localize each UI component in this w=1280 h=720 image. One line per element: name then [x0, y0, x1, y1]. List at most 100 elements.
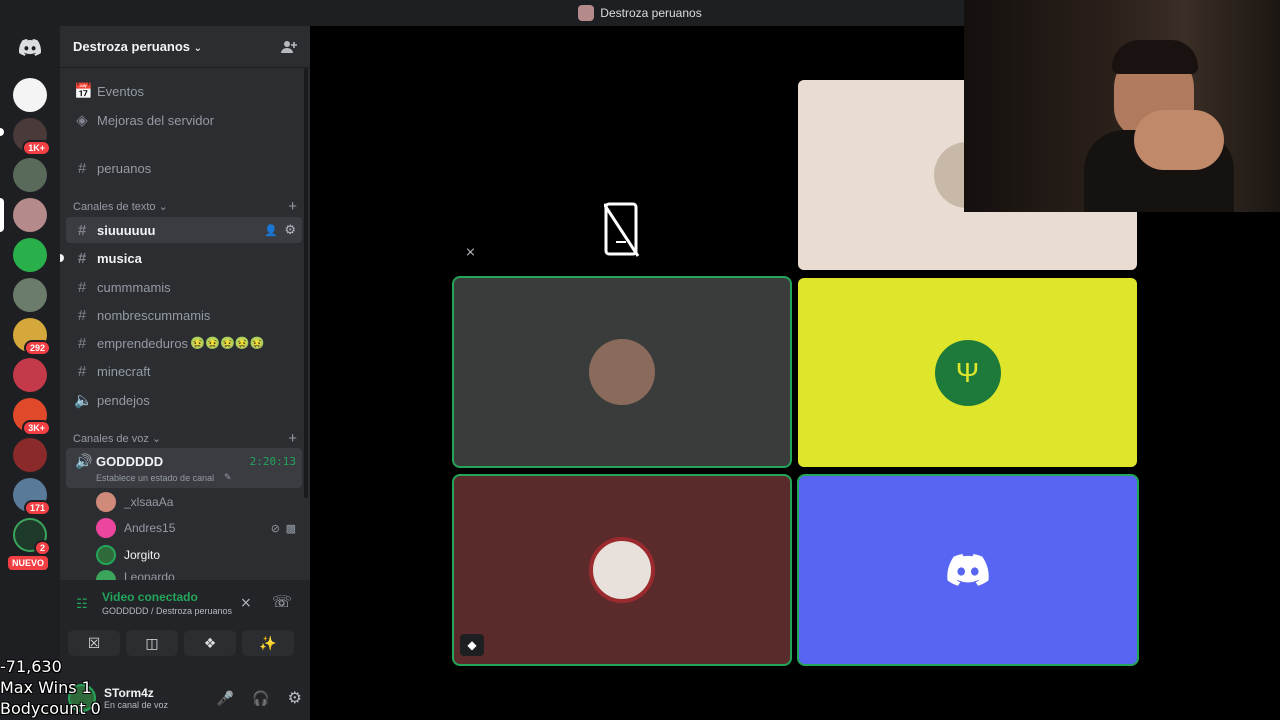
server-icon-6[interactable]: 3K+	[13, 398, 51, 436]
sidebar-scrollbar[interactable]	[304, 68, 308, 498]
hash-icon: #	[77, 159, 87, 177]
server-icon-5[interactable]	[13, 358, 47, 392]
chevron-down-icon: ⌄	[193, 43, 203, 54]
server-icon-destroza[interactable]	[13, 198, 47, 232]
server-icon-2[interactable]	[13, 158, 47, 192]
server-icon-1[interactable]: 1K+	[13, 118, 51, 156]
channel-pendejos[interactable]: 🔈 pendejos	[66, 387, 302, 413]
calendar-icon: 📅	[74, 83, 93, 100]
server-name[interactable]: Destroza peruanos ⌄	[73, 39, 202, 54]
username[interactable]: STorm4z	[104, 686, 217, 700]
hash-icon: #	[77, 249, 87, 267]
participant-avatar	[589, 339, 655, 405]
user-substatus: En canal de voz	[104, 700, 169, 710]
avatar	[96, 518, 116, 538]
mention-badge: 2	[33, 540, 51, 556]
voice-status: Video conectado	[102, 590, 198, 604]
category-text-channels[interactable]: Canales de texto ⌄ +	[73, 198, 297, 215]
new-badge[interactable]: NUEVO	[8, 556, 49, 570]
unread-dot	[60, 254, 64, 262]
mention-badge: 292	[23, 340, 51, 356]
hash-icon: #	[77, 306, 87, 324]
chevron-down-icon: ⌄	[151, 433, 162, 445]
headphones-icon[interactable]: 🎧	[252, 690, 269, 707]
server-icon-9[interactable]: 2	[13, 518, 51, 556]
channel-nombrescummamis[interactable]: # nombrescummamis	[66, 302, 302, 328]
channel-status-prompt[interactable]: Establece un estado de canal	[96, 473, 214, 483]
video-tile-yellow[interactable]: Ψ	[798, 278, 1137, 467]
server-rail: 1K+ 292 3K+ 171 2 NUEVO	[0, 26, 60, 720]
voice-channel-name: GODDDDD	[96, 454, 164, 469]
noise-suppression-icon[interactable]: ⨯	[240, 594, 252, 611]
window-title: Destroza peruanos	[600, 6, 702, 20]
channel-musica[interactable]: # musica	[60, 245, 302, 271]
invite-icon[interactable]: 👤	[264, 224, 278, 237]
camera-off-icon: ☒	[87, 634, 101, 651]
microphone-icon[interactable]: 🎤	[217, 690, 234, 707]
add-channel-icon[interactable]: +	[288, 430, 297, 447]
webcam-hair	[1112, 40, 1198, 74]
voice-user[interactable]: Jorgito	[96, 544, 160, 566]
discord-logo-icon	[19, 38, 41, 56]
discord-home-button[interactable]	[13, 30, 47, 64]
server-icon	[578, 5, 595, 21]
hash-icon: #	[77, 221, 87, 239]
screen-share-icon: ◫	[145, 634, 159, 651]
game-stats-overlay: -71,630 Max Wins 1 Bodycount 0	[0, 656, 101, 719]
channel-cummmamis[interactable]: # cummmamis	[66, 274, 302, 300]
video-tile-no-camera[interactable]: ⨯	[453, 80, 791, 270]
soundboard-button[interactable]: ✨	[242, 630, 294, 656]
category-voice-channels[interactable]: Canales de voz ⌄ +	[73, 430, 297, 447]
mention-badge: 1K+	[22, 140, 51, 156]
events-item[interactable]: 📅 Eventos	[66, 78, 302, 104]
server-icon-iceg[interactable]	[13, 78, 47, 112]
channel-peruanos[interactable]: # peruanos	[66, 155, 302, 181]
voice-user[interactable]: _xlsaaAa	[96, 491, 173, 513]
soundboard-icon: ✨	[259, 634, 277, 651]
add-channel-icon[interactable]: +	[288, 198, 297, 215]
server-icon-zic[interactable]	[13, 238, 47, 272]
avatar	[96, 570, 116, 580]
server-icon-4[interactable]: 292	[13, 318, 51, 356]
invite-people-icon[interactable]	[281, 39, 297, 55]
webcam-overlay	[964, 0, 1280, 212]
channel-emprendeduros[interactable]: # emprendeduros 🤢🤢🤢🤢🤢	[66, 330, 302, 356]
voice-timer: 2:20:13	[249, 455, 296, 468]
avatar	[96, 545, 116, 565]
stat-bodycount: Bodycount 0	[0, 699, 101, 718]
channel-siuuuuuu[interactable]: # siuuuuuu 👤 ⚙	[66, 217, 302, 243]
channel-emoji: 🤢🤢🤢🤢🤢	[190, 336, 265, 350]
user-settings-gear-icon[interactable]: ⚙	[288, 688, 302, 708]
video-camera-icon: ▩	[285, 522, 296, 535]
video-tile-maroon[interactable]: ◆	[454, 476, 790, 664]
channel-minecraft[interactable]: # minecraft	[66, 358, 302, 384]
avatar	[96, 492, 116, 512]
mention-badge: 171	[23, 500, 51, 516]
server-header[interactable]: Destroza peruanos ⌄	[60, 26, 310, 68]
voice-user[interactable]: Leonardo	[96, 570, 175, 580]
server-icon-3[interactable]	[13, 278, 47, 312]
webcam-hands	[1134, 110, 1224, 170]
server-boosts-item[interactable]: ◈ Mejoras del servidor	[66, 107, 302, 133]
voice-location[interactable]: GODDDDD / Destroza peruanos	[102, 606, 232, 616]
selected-pill	[0, 198, 4, 232]
server-icon-8[interactable]: 171	[13, 478, 51, 516]
participant-avatar: Ψ	[934, 339, 1001, 406]
activities-button[interactable]: ❖	[184, 630, 236, 656]
server-icon-7[interactable]	[13, 438, 47, 472]
disconnect-icon[interactable]: ☏	[272, 592, 292, 612]
screen-share-button[interactable]: ◫	[126, 630, 178, 656]
settings-gear-icon[interactable]: ⚙	[284, 222, 296, 238]
signal-icon[interactable]: ☷	[76, 596, 88, 612]
video-tile-discord[interactable]	[799, 476, 1137, 664]
video-tile-gray[interactable]	[454, 278, 790, 466]
hash-icon: #	[77, 334, 87, 352]
voice-channel-goddddd[interactable]: 🔊 GODDDDD 2:20:13 Establece un estado de…	[66, 448, 302, 488]
stat-value: -71,630	[0, 657, 62, 676]
camera-off-button[interactable]: ☒	[68, 630, 120, 656]
edit-pencil-icon[interactable]: ✎	[224, 472, 232, 483]
discord-logo-icon	[947, 554, 989, 586]
speaker-icon: 🔊	[75, 453, 93, 469]
voice-user[interactable]: Andres15 ⊘ ▩	[96, 517, 296, 539]
chevron-down-icon: ⌄	[158, 201, 168, 213]
